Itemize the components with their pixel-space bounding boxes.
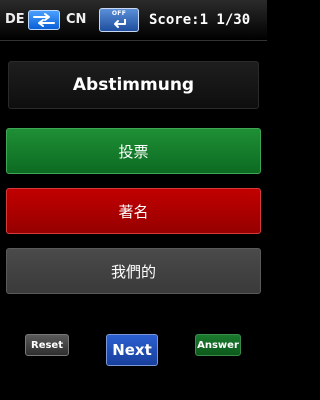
show-answer-button[interactable]: Answer: [195, 334, 241, 356]
off-toggle-label: OFF: [111, 10, 127, 17]
answer-option-2[interactable]: 著名: [6, 188, 261, 234]
question-word: Abstimmung: [8, 61, 259, 109]
next-button[interactable]: Next: [106, 334, 158, 366]
answer-option-3[interactable]: 我們的: [6, 248, 261, 294]
score-progress-text: Score:1 1/30: [149, 12, 251, 28]
top-bar: DE CN OFF Score:1 1/30: [0, 0, 267, 41]
target-language-label: CN: [66, 12, 87, 27]
return-arrow-icon: [114, 19, 126, 28]
swap-languages-button[interactable]: [28, 10, 60, 30]
swap-arrows-icon: [33, 13, 55, 27]
off-toggle-button[interactable]: OFF: [99, 8, 139, 32]
source-language-label: DE: [5, 12, 25, 27]
answer-option-1[interactable]: 投票: [6, 128, 261, 174]
reset-button[interactable]: Reset: [25, 334, 69, 356]
